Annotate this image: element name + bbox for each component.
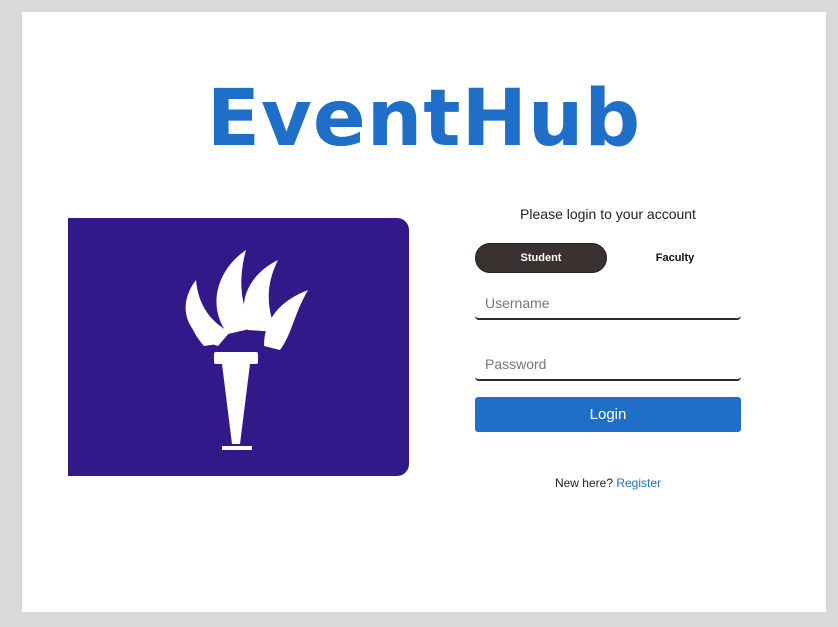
role-student-button[interactable]: Student	[475, 243, 607, 273]
university-logo-panel	[68, 218, 409, 476]
register-prefix: New here?	[554, 476, 613, 490]
username-input[interactable]	[475, 288, 741, 320]
login-button[interactable]: Login	[475, 397, 741, 432]
role-toggle: Student Faculty	[475, 243, 741, 275]
register-line: New here? Register	[475, 476, 741, 490]
register-link[interactable]: Register	[616, 476, 661, 490]
torch-icon	[185, 250, 308, 450]
app-title: EventHub	[206, 74, 642, 164]
login-prompt: Please login to your account	[520, 206, 696, 222]
role-faculty-button[interactable]: Faculty	[609, 243, 741, 273]
password-input[interactable]	[475, 349, 741, 381]
